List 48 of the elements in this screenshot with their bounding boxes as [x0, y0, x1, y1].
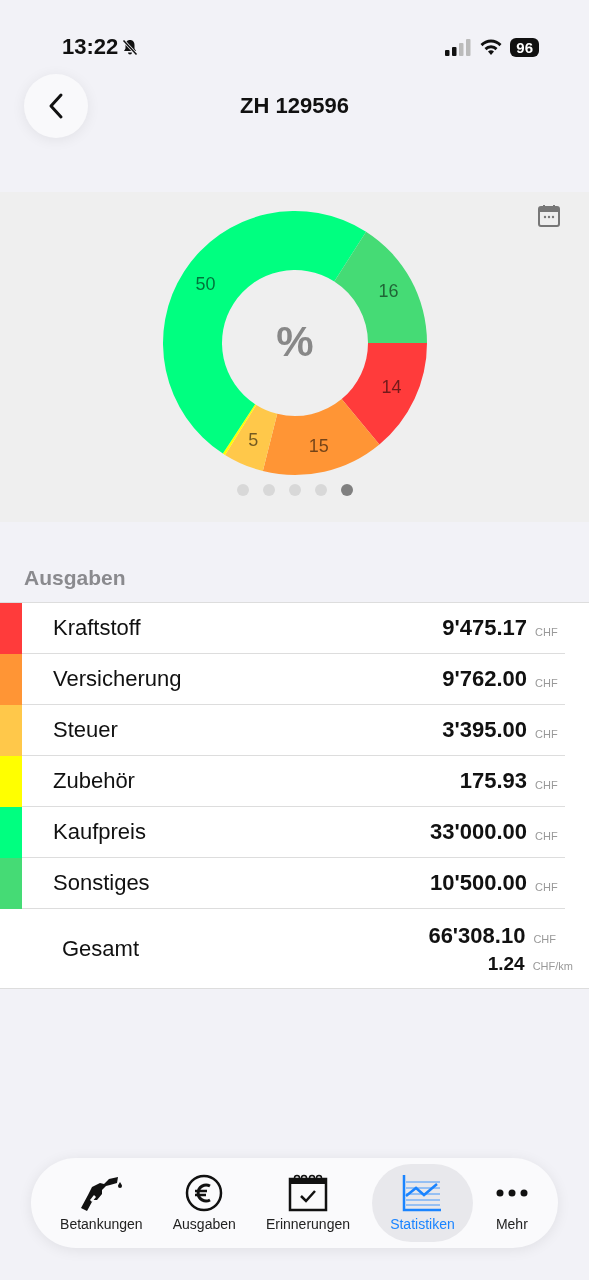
chevron-left-icon	[48, 92, 64, 120]
slice-label: 14	[380, 376, 401, 397]
amount: 9'475.17	[442, 615, 527, 641]
category-label: Versicherung	[53, 666, 183, 692]
amount: 175.93	[459, 768, 527, 794]
cost-per-km: 1.24	[487, 952, 525, 975]
euro-icon	[185, 1174, 224, 1212]
currency-unit: CHF	[535, 779, 559, 791]
amount: 10'500.00	[430, 870, 527, 896]
category-label: Steuer	[53, 717, 119, 743]
currency-unit: CHF	[535, 626, 559, 638]
category-label: Kaufpreis	[53, 819, 147, 845]
page-dot[interactable]	[340, 484, 353, 496]
slice-label: 5	[247, 429, 258, 450]
category-label: Kraftstoff	[53, 615, 142, 641]
more-icon	[494, 1189, 529, 1197]
tab[interactable]: Betankungen	[52, 1164, 151, 1242]
per-km-unit: CHF/km	[532, 959, 573, 972]
center-label: %	[275, 318, 314, 366]
total-label: Gesamt	[62, 935, 141, 962]
signal-icon	[444, 38, 473, 56]
slice-label: 16	[377, 280, 398, 301]
wifi-icon	[479, 38, 504, 56]
nav-title: ZH 129596	[240, 93, 349, 119]
category-label: Zubehör	[53, 768, 136, 794]
line-chart-icon	[402, 1174, 443, 1212]
currency-unit: CHF	[535, 677, 559, 689]
slice-label: 50	[195, 274, 216, 294]
section-header: Ausgaben	[24, 566, 127, 591]
currency-unit: CHF	[535, 728, 559, 740]
tab[interactable]: Ausgaben	[164, 1164, 244, 1242]
tab[interactable]: Erinnerungen	[257, 1164, 358, 1242]
calendar-icon[interactable]	[537, 204, 561, 228]
amount: 9'762.00	[442, 666, 527, 692]
battery-level: 96	[516, 38, 533, 56]
amount: 33'000.00	[430, 819, 527, 845]
fuel-nozzle-icon	[78, 1174, 125, 1212]
currency-unit: CHF	[535, 830, 559, 842]
muted-bell-icon	[122, 38, 139, 56]
slice-label: 15	[308, 435, 329, 456]
total-amount: 66'308.10	[428, 922, 526, 949]
amount: 3'395.00	[442, 717, 527, 743]
category-label: Sonstiges	[53, 870, 151, 896]
calendar-check-icon	[287, 1174, 328, 1212]
currency-unit: CHF	[533, 932, 556, 945]
clock: 13:22	[62, 34, 119, 60]
tab[interactable]: Mehr	[486, 1164, 537, 1242]
currency-unit: CHF	[535, 881, 559, 893]
